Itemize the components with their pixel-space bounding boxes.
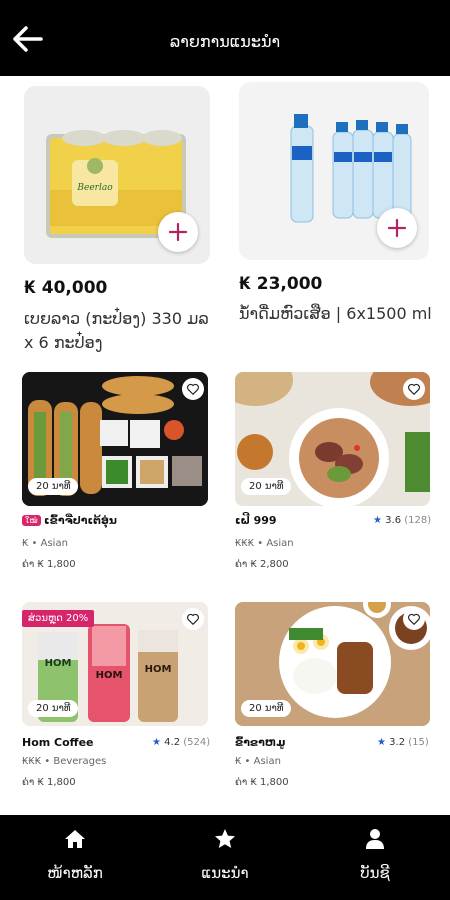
- star-icon: ★: [152, 737, 161, 748]
- favorite-heart-icon[interactable]: [182, 608, 204, 630]
- product-name: ເບຍລາວ (ກະປ໋ອງ) 330 ມລ x 6 ກະປ໋ອງ: [24, 309, 209, 352]
- rating-value: 3.6: [385, 515, 402, 526]
- restaurant-card[interactable]: 20 ນາທີ ເຝີ 999 ★ 3.6 (128) ₭₭₭ • Asian …: [225, 366, 450, 586]
- nav-recommend[interactable]: ແນະນຳ: [150, 815, 300, 900]
- beerlao-logo-text: Beerlao: [76, 183, 113, 193]
- delivery-fee: ຄ່າ ₭ 1,800: [22, 777, 76, 788]
- restaurant-name: ຂົ້າຂາຫມູ: [235, 736, 286, 749]
- plus-icon: [168, 222, 188, 242]
- rating-value: 3.2: [389, 737, 406, 748]
- restaurant-image: 20 ນາທີ: [22, 372, 208, 506]
- star-icon: ★: [377, 737, 386, 748]
- rating-count: (15): [408, 737, 429, 748]
- nav-account-label: ບັນຊີ: [360, 864, 390, 882]
- nav-home-label: ໜ້າຫລັກ: [47, 864, 103, 882]
- restaurant-name: Hom Coffee: [22, 736, 94, 749]
- restaurant-name: ເຂົ້າຈີ່ປາເຕ້ອຸ່ນ: [44, 514, 117, 527]
- restaurant-rating: ★ 3.6 (128): [373, 515, 431, 526]
- favorite-heart-icon[interactable]: [182, 378, 204, 400]
- new-tag-badge: ໃໝ່: [22, 515, 41, 526]
- product-image-water: [239, 82, 429, 260]
- delivery-fee: ຄ່າ ₭ 1,800: [22, 559, 76, 570]
- home-icon: [65, 830, 85, 848]
- delivery-time-badge: 20 ນາທີ: [28, 478, 79, 495]
- product-image-beerlao: Beerlao: [24, 86, 210, 264]
- restaurant-meta: ₭ • Asian: [22, 538, 68, 549]
- delivery-time-badge: 20 ນາທີ: [241, 478, 292, 495]
- delivery-fee: ຄ່າ ₭ 2,800: [235, 559, 289, 570]
- nav-home[interactable]: ໜ້າຫລັກ: [0, 815, 150, 900]
- rating-value: 4.2: [164, 737, 181, 748]
- star-icon: [215, 829, 235, 848]
- product-price: ₭ 40,000: [24, 278, 108, 298]
- page-title: ລາຍການແນະນຳ: [169, 32, 281, 51]
- nav-account[interactable]: ບັນຊີ: [300, 815, 450, 900]
- rating-count: (524): [183, 737, 211, 748]
- plus-icon: [387, 218, 407, 238]
- star-icon: ★: [373, 515, 382, 526]
- restaurant-meta: ₭₭₭ • Beverages: [22, 756, 107, 767]
- restaurant-meta: ₭₭₭ • Asian: [235, 538, 294, 549]
- user-icon: [366, 829, 384, 849]
- delivery-time-badge: 20 ນາທີ: [28, 700, 79, 717]
- product-card-water[interactable]: ₭ 23,000 ນ້ຳດື່ມຫົວເສືອ | 6x1500 ml: [225, 76, 450, 366]
- product-card-beerlao[interactable]: Beerlao ₭ 40,000 ເບຍລາວ (ກະປ໋ອງ) 330 ມລ …: [0, 76, 225, 366]
- favorite-heart-icon[interactable]: [403, 378, 425, 400]
- restaurant-card[interactable]: 20 ນາທີ ໃໝ່ ເຂົ້າຈີ່ປາເຕ້ອຸ່ນ ₭ • Asian …: [0, 366, 225, 586]
- restaurant-rating: ★ 4.2 (524): [152, 737, 210, 748]
- bottom-nav: ໜ້າຫລັກ ແນະນຳ ບັນຊີ: [0, 815, 450, 900]
- restaurant-card[interactable]: HOM HOM HOM ສ່ວນຫຼຸດ 20% 20 ນາທີ Hom Cof…: [0, 596, 225, 806]
- restaurant-rating: ★ 3.2 (15): [377, 737, 429, 748]
- add-to-cart-button[interactable]: [158, 212, 198, 252]
- restaurant-card[interactable]: 20 ນາທີ ຂົ້າຂາຫມູ ★ 3.2 (15) ₭ • Asian ຄ…: [225, 596, 450, 806]
- add-to-cart-button[interactable]: [377, 208, 417, 248]
- restaurant-name: ເຝີ 999: [235, 514, 277, 527]
- restaurant-image: 20 ນາທີ: [235, 602, 430, 726]
- restaurant-image: 20 ນາທີ: [235, 372, 430, 506]
- cup-label: HOM: [45, 658, 72, 669]
- nav-recommend-label: ແນະນຳ: [201, 864, 249, 882]
- top-bar: ລາຍການແນະນຳ: [0, 0, 450, 76]
- product-price: ₭ 23,000: [239, 274, 323, 294]
- cup-label: HOM: [145, 664, 172, 675]
- rating-count: (128): [404, 515, 432, 526]
- product-name: ນ້ຳດື່ມຫົວເສືອ | 6x1500 ml: [239, 304, 432, 323]
- promo-badge: ສ່ວນຫຼຸດ 20%: [22, 610, 95, 627]
- restaurant-meta: ₭ • Asian: [235, 756, 281, 767]
- delivery-time-badge: 20 ນາທີ: [241, 700, 292, 717]
- cup-label: HOM: [96, 670, 123, 681]
- restaurant-image: HOM HOM HOM ສ່ວນຫຼຸດ 20% 20 ນາທີ: [22, 602, 208, 726]
- delivery-fee: ຄ່າ ₭ 1,800: [235, 777, 289, 788]
- favorite-heart-icon[interactable]: [403, 608, 425, 630]
